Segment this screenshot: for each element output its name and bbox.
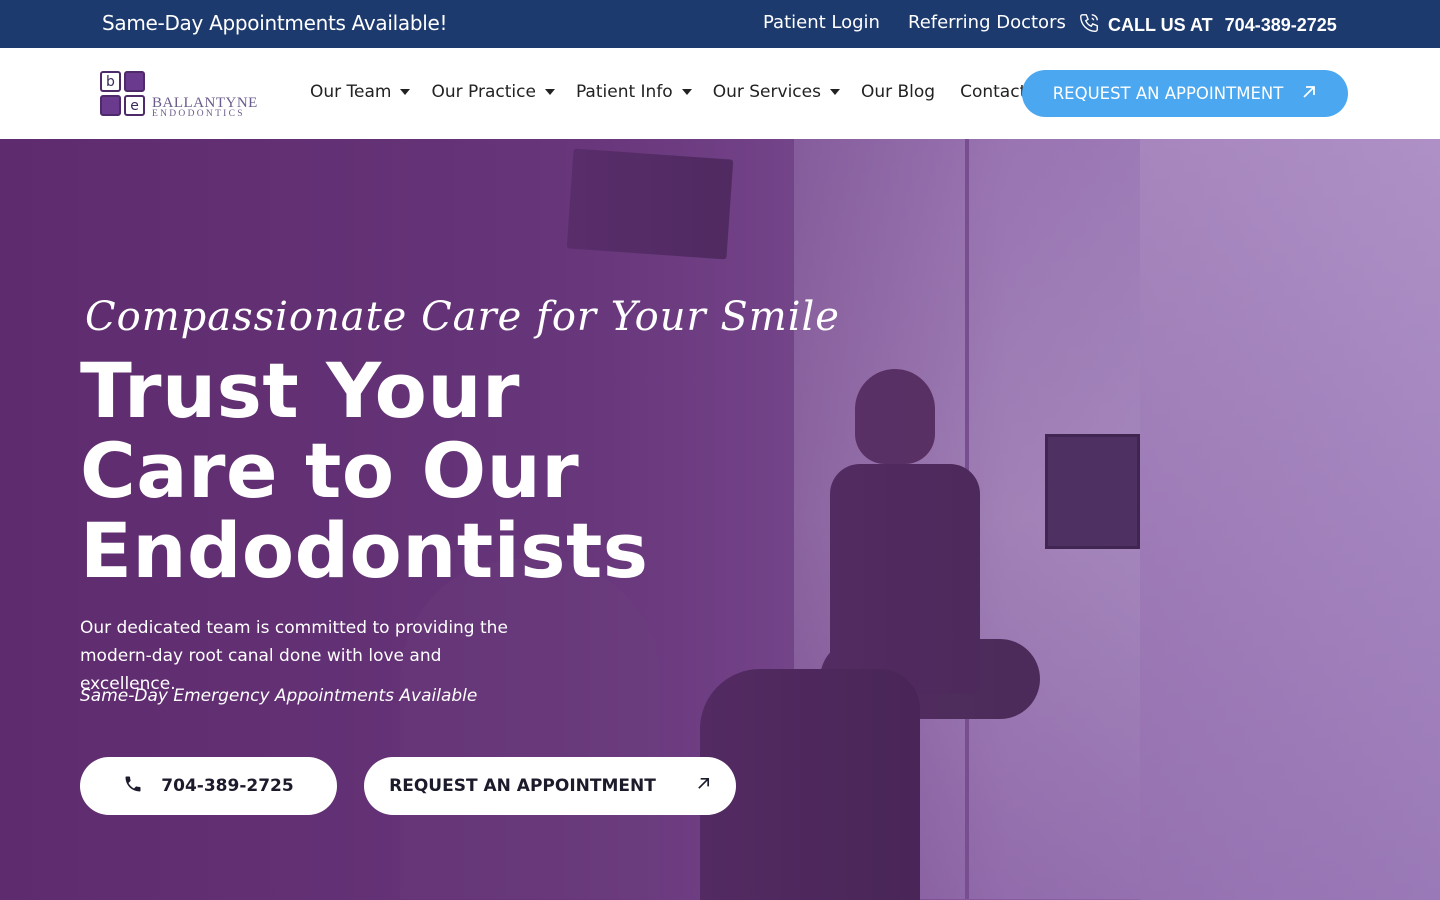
emergency-note: Same-Day Emergency Appointments Availabl… [80, 686, 478, 706]
headline-line: Endodontists [80, 506, 649, 595]
headline-line: Trust Your [80, 346, 520, 435]
patient-login-link[interactable]: Patient Login [763, 12, 880, 33]
arrow-up-right-icon [696, 776, 711, 796]
nav-item-contact[interactable]: Contact [960, 82, 1026, 102]
nav-item-our-team[interactable]: Our Team [310, 82, 411, 102]
caret-down-icon [544, 89, 555, 95]
caret-down-icon [681, 89, 692, 95]
hero-headline: Trust Your Care to Our Endodontists [80, 351, 649, 591]
nav-item-label: Our Team [310, 82, 392, 102]
nav-item-label: Our Services [712, 82, 821, 102]
nav-item-our-practice[interactable]: Our Practice [431, 82, 555, 102]
nav-item-label: Contact [960, 82, 1027, 102]
request-appointment-label: REQUEST AN APPOINTMENT [1052, 84, 1284, 103]
nav-item-our-blog[interactable]: Our Blog [861, 82, 935, 102]
hero-tagline: Compassionate Care for Your Smile [85, 294, 840, 340]
promo-text: Same-Day Appointments Available! [102, 11, 448, 35]
logo-mark: b e [100, 71, 148, 119]
nav-menu: Our Team Our Practice Patient Info Our S… [310, 82, 1051, 102]
logo-name-line2: ENDODONTICS [152, 109, 245, 119]
call-phone-label: 704-389-2725 [161, 776, 294, 796]
phone-icon [123, 774, 143, 799]
logo-tile-b: b [100, 71, 121, 92]
nav-item-label: Our Blog [860, 82, 936, 102]
logo-tile-tooth-1 [124, 71, 145, 92]
caret-down-icon [400, 89, 411, 95]
nav-item-label: Patient Info [575, 82, 673, 102]
phone-icon [1078, 12, 1100, 39]
call-us-number: 704-389-2725 [1224, 15, 1337, 35]
caret-down-icon [829, 89, 840, 95]
request-appointment-button[interactable]: REQUEST AN APPOINTMENT [1022, 70, 1348, 117]
main-nav: b e BALLANTYNE ENDODONTICS Our Team Our … [0, 48, 1440, 139]
nav-item-our-services[interactable]: Our Services [713, 82, 840, 102]
logo[interactable]: b e BALLANTYNE ENDODONTICS [100, 71, 257, 119]
arrow-up-right-icon [1301, 84, 1317, 104]
top-bar: Same-Day Appointments Available! Patient… [0, 0, 1440, 48]
headline-line: Care to Our [80, 426, 580, 515]
hero-request-appointment-label: REQUEST AN APPOINTMENT [389, 776, 656, 796]
referring-doctors-link[interactable]: Referring Doctors [908, 12, 1066, 33]
call-us-label: CALL US AT [1108, 15, 1213, 35]
call-phone-button[interactable]: 704-389-2725 [80, 757, 337, 815]
hero-section: Compassionate Care for Your Smile Trust … [0, 139, 1440, 900]
logo-tile-e: e [124, 95, 145, 116]
hero-request-appointment-button[interactable]: REQUEST AN APPOINTMENT [364, 757, 736, 815]
logo-tile-tooth-2 [100, 95, 121, 116]
nav-item-patient-info[interactable]: Patient Info [576, 82, 692, 102]
call-us-link[interactable]: CALL US AT 704-389-2725 [1078, 12, 1337, 39]
nav-item-label: Our Practice [431, 82, 536, 102]
